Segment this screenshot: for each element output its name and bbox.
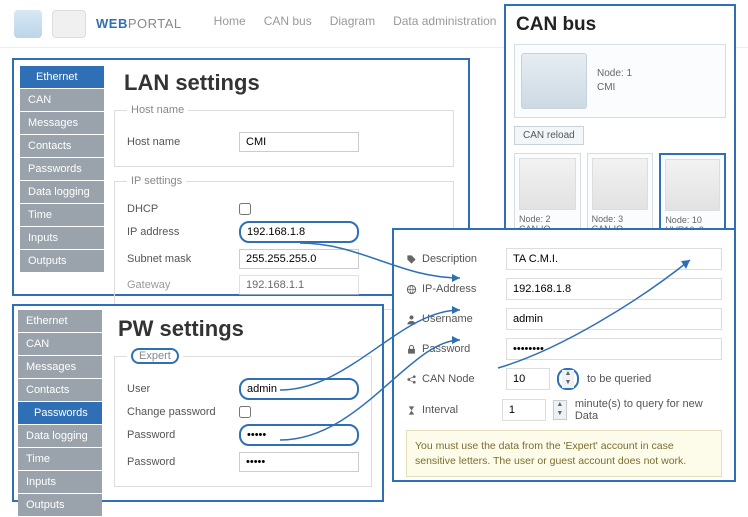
changepw-checkbox[interactable] [239, 406, 251, 418]
sidebar-item-outputs[interactable]: Outputs [20, 250, 104, 273]
nav-canbus[interactable]: CAN bus [264, 14, 312, 34]
sidebar-item-inputs[interactable]: Inputs [20, 227, 104, 250]
chevron-up-icon[interactable]: ▲ [562, 370, 574, 379]
can-reload-button[interactable]: CAN reload [514, 126, 584, 145]
pw-sidebar: Ethernet CAN Messages Contacts Passwords… [18, 310, 102, 517]
brand-logo-icon [14, 10, 42, 38]
can-main-line1: Node: 1 [597, 67, 632, 81]
can-main-line2: CMI [597, 81, 632, 95]
interval-stepper[interactable]: ▲▼ [553, 400, 567, 420]
details-pass-label: Password [422, 343, 470, 355]
user-label: User [127, 383, 229, 395]
dhcp-checkbox[interactable] [239, 203, 251, 215]
chevron-down-icon[interactable]: ▼ [562, 379, 574, 388]
details-user-label: Username [422, 313, 473, 325]
subnet-label: Subnet mask [127, 253, 229, 265]
sidebar-item-contacts[interactable]: Contacts [20, 135, 104, 158]
sidebar-item-time[interactable]: Time [20, 204, 104, 227]
can-card0-line1: Node: 2 [519, 214, 576, 224]
desc-label: Description [422, 253, 477, 265]
brand-portal: PORTAL [128, 16, 182, 31]
sidebar-item-ethernet[interactable]: Ethernet [20, 66, 104, 89]
sidebar2-item-contacts[interactable]: Contacts [18, 379, 102, 402]
details-node-label: CAN Node [422, 373, 475, 385]
sidebar2-item-time[interactable]: Time [18, 448, 102, 471]
password2-label: Password [127, 456, 229, 468]
globe-icon [406, 284, 417, 295]
sidebar2-label-passwords: Passwords [26, 405, 96, 421]
device-small-icon [519, 158, 576, 210]
gateway-label: Gateway [127, 279, 229, 291]
sidebar2-item-inputs[interactable]: Inputs [18, 471, 102, 494]
ip-legend: IP settings [127, 175, 186, 187]
share-icon [406, 374, 417, 385]
password-label: Password [127, 429, 229, 441]
ip-address-input[interactable] [239, 221, 359, 243]
cannode-suffix: to be queried [587, 373, 651, 385]
gateway-input[interactable] [239, 275, 359, 295]
device-small-icon [665, 159, 720, 211]
expert-legend: Expert [127, 350, 183, 362]
cannode-stepper[interactable]: ▲▼ [557, 368, 579, 390]
ip-label: IP address [127, 226, 229, 238]
brand-text: WEBPORTAL [96, 16, 182, 31]
sidebar-label-ethernet: Ethernet [28, 69, 86, 85]
device-thumbnail-icon [52, 10, 86, 38]
can-card1-line1: Node: 3 [592, 214, 649, 224]
nav-data-administration[interactable]: Data administration [393, 14, 496, 34]
nav-diagram[interactable]: Diagram [330, 14, 375, 34]
can-title: CAN bus [516, 14, 726, 36]
chevron-down-icon[interactable]: ▼ [554, 410, 566, 419]
sidebar-item-can[interactable]: CAN [20, 89, 104, 112]
brand-web: WEB [96, 16, 128, 31]
expert-legend-text: Expert [131, 348, 179, 364]
user-icon [406, 314, 417, 325]
can-main-device[interactable]: Node: 1 CMI [514, 44, 726, 118]
nav-home[interactable]: Home [214, 14, 246, 34]
hostname-fieldset: Host name Host name [114, 104, 454, 167]
password-input[interactable] [239, 424, 359, 446]
details-pass-input[interactable] [506, 338, 722, 360]
details-ip-label: IP-Address [422, 283, 476, 295]
hostname-input[interactable] [239, 132, 359, 152]
changepw-label: Change password [127, 406, 229, 418]
sidebar2-item-ethernet[interactable]: Ethernet [18, 310, 102, 333]
desc-input[interactable] [506, 248, 722, 270]
sidebar-item-messages[interactable]: Messages [20, 112, 104, 135]
hourglass-icon [406, 405, 417, 416]
chevron-up-icon[interactable]: ▲ [554, 401, 566, 410]
cannode-input[interactable] [506, 368, 550, 390]
can-main-info: Node: 1 CMI [597, 67, 632, 95]
expert-note: You must use the data from the 'Expert' … [406, 430, 722, 477]
device-small-icon [592, 158, 649, 210]
device-large-icon [521, 53, 587, 109]
sidebar2-item-datalogging[interactable]: Data logging [18, 425, 102, 448]
password2-input[interactable] [239, 452, 359, 472]
details-interval-label: Interval [422, 404, 458, 416]
subnet-input[interactable] [239, 249, 359, 269]
sidebar2-item-can[interactable]: CAN [18, 333, 102, 356]
pw-title: PW settings [118, 316, 382, 342]
hostname-legend: Host name [127, 104, 188, 116]
lan-title: LAN settings [124, 70, 468, 96]
sidebar2-item-passwords[interactable]: Passwords [18, 402, 102, 425]
sidebar-item-datalogging[interactable]: Data logging [20, 181, 104, 204]
interval-suffix: minute(s) to query for new Data [575, 398, 722, 422]
query-details-panel: Description IP-Address Username Password… [392, 228, 736, 482]
expert-fieldset: Expert User Change password Password Pas… [114, 350, 372, 487]
sidebar2-item-messages[interactable]: Messages [18, 356, 102, 379]
sidebar2-item-outputs[interactable]: Outputs [18, 494, 102, 517]
pw-settings-panel: Ethernet CAN Messages Contacts Passwords… [12, 304, 384, 502]
user-input[interactable] [239, 378, 359, 400]
lock-icon [406, 344, 417, 355]
can-card2-line1: Node: 10 [665, 215, 720, 225]
interval-input[interactable] [502, 399, 546, 421]
dhcp-label: DHCP [127, 203, 229, 215]
tag-icon [406, 254, 417, 265]
details-ip-input[interactable] [506, 278, 722, 300]
details-user-input[interactable] [506, 308, 722, 330]
sidebar-item-passwords[interactable]: Passwords [20, 158, 104, 181]
lan-sidebar: Ethernet CAN Messages Contacts Passwords… [20, 66, 104, 273]
hostname-label: Host name [127, 136, 229, 148]
